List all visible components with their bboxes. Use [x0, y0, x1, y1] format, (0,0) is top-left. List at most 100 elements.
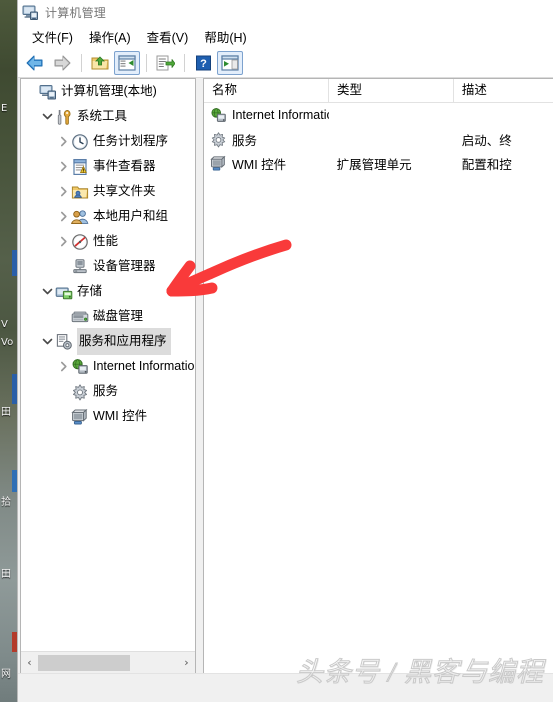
- wmi-control-icon: [71, 408, 89, 426]
- twisty-spacer: [55, 254, 71, 279]
- list-column-header: 名称 类型 描述: [204, 79, 553, 103]
- list-body: Internet Information... 服务 启动、终 WMI 控件 扩展管理单…: [204, 103, 553, 175]
- shared-folders-icon: [71, 183, 89, 201]
- desktop-icon-partial-9: 田: [1, 569, 11, 580]
- status-bar: [18, 673, 553, 702]
- tree-item-6[interactable]: 性能: [21, 229, 195, 254]
- wmi-control-icon: [210, 155, 227, 172]
- menu-help[interactable]: 帮助(H): [196, 25, 254, 48]
- table-row[interactable]: Internet Information...: [204, 103, 553, 127]
- system-tools-icon: [55, 108, 73, 126]
- cell-name-text: WMI 控件: [232, 157, 287, 172]
- tree-horizontal-scrollbar[interactable]: ‹ ›: [21, 651, 195, 673]
- tree-item-5[interactable]: 本地用户和组: [21, 204, 195, 229]
- tree-item-7[interactable]: 设备管理器: [21, 254, 195, 279]
- menu-action[interactable]: 操作(A): [81, 25, 139, 48]
- toolbar-separator-3: [184, 53, 185, 72]
- tree-item-4[interactable]: 共享文件夹: [21, 179, 195, 204]
- scroll-track[interactable]: [38, 654, 178, 671]
- services-icon: [71, 383, 89, 401]
- storage-icon: [55, 283, 73, 301]
- menu-file[interactable]: 文件(F): [24, 25, 81, 48]
- show-hide-tree-icon[interactable]: [114, 50, 140, 75]
- computer-icon: [39, 83, 57, 101]
- tree-item-9[interactable]: 磁盘管理: [21, 304, 195, 329]
- computer-management-icon: [22, 4, 39, 21]
- toolbar-separator-2: [146, 53, 147, 72]
- tree-item-label: 系统工具: [77, 109, 128, 123]
- export-list-icon[interactable]: [152, 51, 178, 75]
- tree-item-11[interactable]: Internet Information S: [21, 354, 195, 379]
- help-icon[interactable]: ?: [190, 51, 216, 75]
- tree-item-label: 磁盘管理: [93, 309, 144, 323]
- chevron-right-icon[interactable]: [55, 129, 71, 154]
- cell-name: WMI 控件: [204, 154, 329, 173]
- cell-description: 启动、终: [461, 133, 512, 148]
- window-title: 计算机管理: [45, 5, 107, 20]
- details-list-panel: 名称 类型 描述 Internet Information... 服务 启动、终 WM…: [203, 78, 553, 674]
- chevron-right-icon[interactable]: [55, 154, 71, 179]
- cell-name-text: 服务: [232, 133, 258, 148]
- tree-item-label: WMI 控件: [93, 409, 148, 423]
- scroll-right-icon[interactable]: ›: [178, 653, 195, 673]
- twisty-spacer: [23, 79, 39, 104]
- toolbar: ?: [18, 48, 553, 78]
- table-row[interactable]: 服务 启动、终: [204, 127, 553, 151]
- tree-item-1[interactable]: 系统工具: [21, 104, 195, 129]
- desktop-icon-partial-6: 田: [1, 407, 11, 418]
- column-name[interactable]: 名称: [204, 79, 329, 102]
- scroll-left-icon[interactable]: ‹: [21, 653, 38, 673]
- cell-description: 配置和控: [461, 157, 512, 172]
- tree-item-12[interactable]: 服务: [21, 379, 195, 404]
- tree-item-8[interactable]: 存储: [21, 279, 195, 304]
- tree-item-label: 性能: [93, 234, 119, 248]
- tree-item-label: 服务和应用程序: [77, 328, 171, 355]
- forward-arrow-icon[interactable]: [49, 51, 75, 75]
- menu-bar: 文件(F) 操作(A) 查看(V) 帮助(H): [18, 24, 553, 48]
- toolbar-separator-1: [81, 53, 82, 72]
- show-action-pane-icon[interactable]: [217, 50, 243, 75]
- cell-type: 扩展管理单元: [336, 157, 412, 172]
- desktop-icon-partial-3: V: [1, 319, 8, 330]
- back-arrow-icon[interactable]: [22, 51, 48, 75]
- iis-icon: [210, 107, 227, 124]
- table-row[interactable]: WMI 控件 扩展管理单元 配置和控: [204, 151, 553, 175]
- chevron-down-icon[interactable]: [39, 104, 55, 129]
- tree-scroll-area[interactable]: 计算机管理(本地) 系统工具任务计划程序 事件查看器 共享文件夹 本地用户和组性能设备管…: [21, 79, 195, 651]
- iis-icon: [71, 358, 89, 376]
- chevron-down-icon[interactable]: [39, 329, 55, 354]
- menu-view[interactable]: 查看(V): [139, 25, 197, 48]
- tree-item-2[interactable]: 任务计划程序: [21, 129, 195, 154]
- local-users-groups-icon: [71, 208, 89, 226]
- chevron-right-icon[interactable]: [55, 229, 71, 254]
- title-bar: 计算机管理: [18, 0, 553, 24]
- tree-item-label: 存储: [77, 284, 103, 298]
- tree-item-10[interactable]: 服务和应用程序: [21, 328, 195, 355]
- column-description[interactable]: 描述: [454, 79, 553, 102]
- up-folder-icon[interactable]: [87, 51, 113, 75]
- chevron-right-icon[interactable]: [55, 204, 71, 229]
- desktop-icon-partial-4: Vo: [1, 337, 14, 348]
- tree-item-label: 设备管理器: [93, 259, 156, 273]
- task-scheduler-icon: [71, 133, 89, 151]
- tree-item-label: 计算机管理(本地): [61, 84, 157, 98]
- chevron-right-icon[interactable]: [55, 354, 71, 379]
- twisty-spacer: [55, 404, 71, 429]
- desktop-icon-partial-11: 网: [1, 669, 11, 680]
- performance-icon: [71, 233, 89, 251]
- tree-item-13[interactable]: WMI 控件: [21, 404, 195, 429]
- chevron-down-icon[interactable]: [39, 279, 55, 304]
- computer-management-window: 计算机管理 文件(F) 操作(A) 查看(V) 帮助(H) ? 计算机管理(本地…: [17, 0, 553, 702]
- svg-text:?: ?: [200, 58, 207, 70]
- column-type[interactable]: 类型: [329, 79, 454, 102]
- desktop-icon-partial-1: E: [1, 103, 8, 114]
- desktop-icon-partial-8: 拾: [1, 497, 11, 508]
- tree-item-3[interactable]: 事件查看器: [21, 154, 195, 179]
- chevron-right-icon[interactable]: [55, 179, 71, 204]
- cell-name-text: Internet Information...: [232, 108, 329, 122]
- services-applications-icon: [55, 333, 73, 351]
- scroll-thumb[interactable]: [38, 654, 130, 671]
- device-manager-icon: [71, 258, 89, 276]
- tree-item-0[interactable]: 计算机管理(本地): [21, 79, 195, 104]
- screenshot-root: E V Vo 田 拾 田 网 计算机管理 文件(F) 操作(A) 查看(V) 帮…: [0, 0, 553, 702]
